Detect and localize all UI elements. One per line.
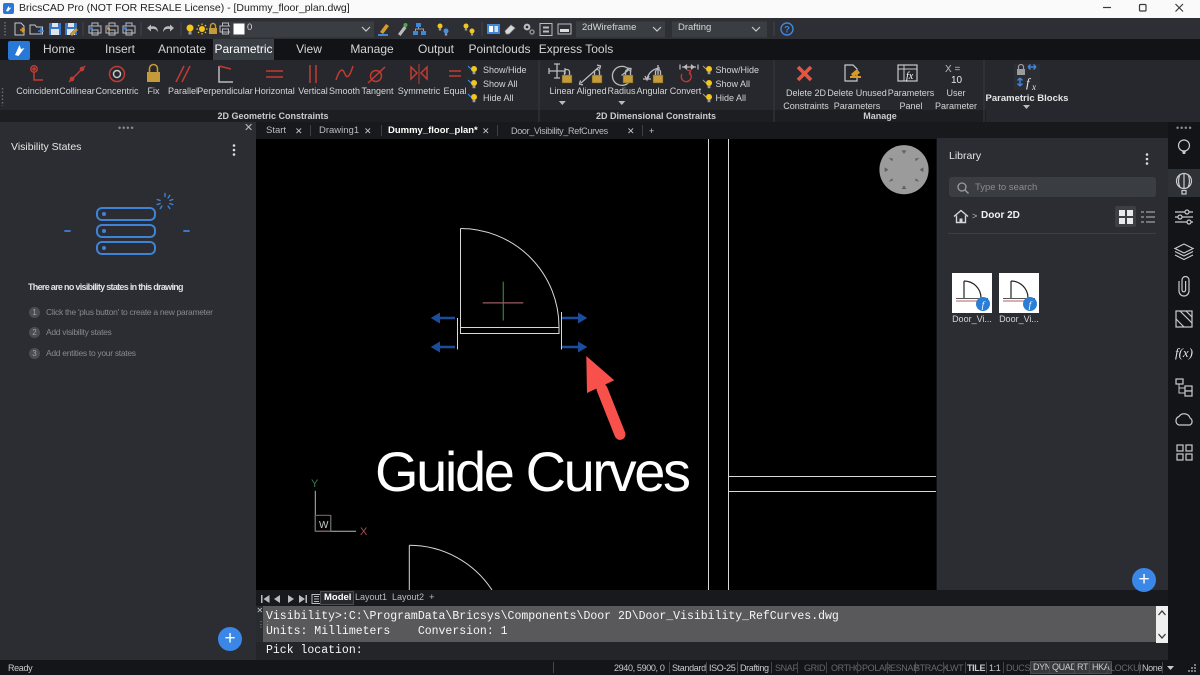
svg-text:X: X — [360, 526, 368, 538]
svg-text:Hide All: Hide All — [483, 93, 514, 103]
svg-text:Horizontal: Horizontal — [254, 86, 295, 96]
svg-text:Parameters: Parameters — [888, 88, 935, 98]
svg-text:?: ? — [784, 25, 790, 36]
svg-text:Angular: Angular — [636, 86, 667, 96]
svg-text:Concentric: Concentric — [95, 86, 139, 96]
svg-text:X =: X = — [945, 64, 960, 75]
svg-text:Show/Hide: Show/Hide — [716, 65, 760, 75]
svg-text:Vertical: Vertical — [298, 86, 328, 96]
svg-text:Aligned: Aligned — [577, 86, 607, 96]
svg-text:Hide All: Hide All — [716, 93, 747, 103]
svg-text:Collinear: Collinear — [59, 86, 95, 96]
svg-text:Show/Hide: Show/Hide — [483, 65, 527, 75]
svg-text:Show All: Show All — [716, 79, 751, 89]
svg-text:W: W — [319, 520, 329, 531]
svg-text:Convert: Convert — [670, 86, 702, 96]
svg-text:Coincident: Coincident — [16, 86, 59, 96]
svg-text:10: 10 — [951, 75, 963, 86]
svg-text:Equal: Equal — [443, 86, 466, 96]
svg-text:Y: Y — [311, 478, 319, 490]
svg-text:Parallel: Parallel — [168, 86, 198, 96]
svg-text:Tangent: Tangent — [361, 86, 394, 96]
svg-text:f(x): f(x) — [1175, 345, 1193, 360]
svg-text:Smooth: Smooth — [329, 86, 360, 96]
svg-text:x: x — [1031, 82, 1036, 92]
svg-text:Parametric Blocks: Parametric Blocks — [986, 93, 1069, 104]
svg-text:Fix: Fix — [148, 86, 160, 96]
svg-text:Symmetric: Symmetric — [398, 86, 441, 96]
svg-text:Perpendicular: Perpendicular — [197, 86, 253, 96]
svg-text:Show All: Show All — [483, 79, 518, 89]
svg-text:Delete 2D: Delete 2D — [786, 88, 827, 98]
svg-text:User: User — [946, 88, 965, 98]
svg-text:Radius: Radius — [607, 86, 636, 96]
svg-text:fx: fx — [906, 71, 914, 82]
svg-text:Delete Unused: Delete Unused — [827, 88, 887, 98]
svg-text:Linear: Linear — [549, 86, 574, 96]
